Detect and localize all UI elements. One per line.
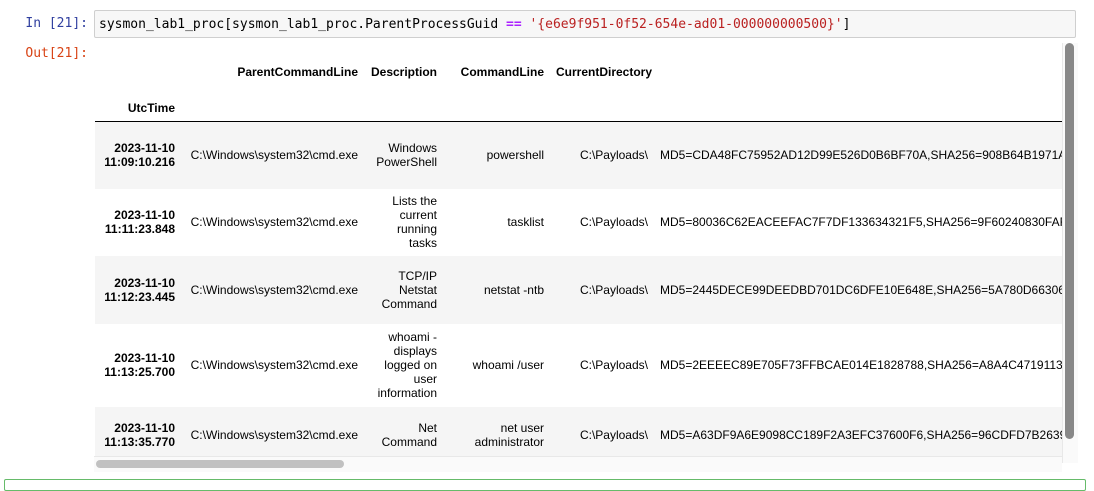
code-bracket: ] [842, 17, 851, 32]
command-line-cell: netstat -ntb [483, 282, 544, 297]
description-cell: whoami - displays logged on user informa… [377, 330, 437, 400]
command-line-cell: tasklist [507, 215, 544, 229]
index-date: 2023-11-10 [114, 275, 175, 290]
parent-command-line-cell: C:\Windows\system32\cmd.exe [190, 282, 358, 297]
output-prompt: Out[21]: [25, 46, 88, 61]
parent-command-line-cell: C:\Windows\system32\cmd.exe [190, 358, 358, 372]
output-area: ParentCommandLine Description CommandLin… [95, 43, 1062, 456]
index-date: 2023-11-10 [114, 208, 175, 222]
description-cell: Lists the current running tasks [392, 194, 437, 250]
row-index: 2023-11-10 11:13:25.700 [95, 324, 181, 407]
table-row: 2023-11-10 11:11:23.848 C:\Windows\system… [95, 189, 1062, 256]
index-date: 2023-11-10 [114, 141, 175, 156]
index-date: 2023-11-10 [114, 420, 175, 435]
hashes-cell: MD5=A63DF9A6E9098CC189F2A3EFC37600F6,SHA… [660, 427, 1062, 442]
description-cell: TCP/IP Netstat Command [381, 268, 437, 311]
column-header: CommandLine [460, 65, 544, 79]
command-line-cell: net user administrator [474, 420, 544, 449]
table-row: 2023-11-10 11:13:25.700 C:\Windows\system… [95, 324, 1062, 407]
code-string: '{e6e9f951-0f52-654e-ad01-000000000500}' [529, 17, 843, 32]
hashes-cell: MD5=CDA48FC75952AD12D99E526D0B6BF70A,SHA… [660, 148, 1062, 163]
hashes-cell: MD5=2EEEEC89E705F73FFBCAE014E1828788,SHA… [660, 358, 1062, 372]
current-directory-cell: C:\Payloads\ [579, 215, 648, 229]
table-row: 2023-11-10 11:12:23.445 C:\Windows\system… [95, 255, 1062, 324]
row-index: 2023-11-10 11:13:35.770 [95, 407, 181, 457]
row-index: 2023-11-10 11:09:10.216 [95, 122, 181, 189]
parent-command-line-cell: C:\Windows\system32\cmd.exe [190, 148, 358, 163]
code-operator: == [506, 17, 522, 32]
index-date: 2023-11-10 [114, 351, 175, 365]
description-cell: Net Command [381, 420, 437, 449]
parent-command-line-cell: C:\Windows\system32\cmd.exe [190, 215, 358, 229]
index-time: 11:13:25.700 [104, 365, 175, 379]
dataframe-table: ParentCommandLine Description CommandLin… [95, 43, 1062, 456]
row-index: 2023-11-10 11:12:23.445 [95, 256, 181, 324]
column-header: Description [370, 65, 437, 79]
index-name: UtcTime [127, 101, 175, 115]
input-prompt: In [21]: [25, 16, 88, 31]
command-line-cell: powershell [486, 148, 544, 163]
index-time: 11:13:35.770 [104, 434, 175, 449]
index-time: 11:09:10.216 [104, 155, 175, 170]
column-header [654, 43, 1062, 101]
hashes-cell: MD5=2445DECE99DEEDBD701DC6DFE10E648E,SHA… [660, 282, 1062, 297]
table-row: 2023-11-10 11:09:10.216 C:\Windows\system… [95, 121, 1062, 189]
hashes-cell: MD5=80036C62EACEEFAC7F7DF133634321F5,SHA… [660, 215, 1062, 229]
code-cell-input[interactable]: sysmon_lab1_proc[sysmon_lab1_proc.Parent… [94, 10, 1076, 38]
column-header: ParentCommandLine [237, 65, 358, 79]
current-directory-cell: C:\Payloads\ [579, 358, 648, 372]
row-index: 2023-11-10 11:11:23.848 [95, 189, 181, 256]
vertical-scrollbar[interactable] [1065, 43, 1074, 439]
description-cell: Windows PowerShell [376, 141, 437, 170]
parent-command-line-cell: C:\Windows\system32\cmd.exe [190, 427, 358, 442]
current-directory-cell: C:\Payloads\ [579, 427, 648, 442]
next-cell[interactable] [4, 479, 1086, 491]
table-row: 2023-11-10 11:13:35.770 C:\Windows\system… [95, 406, 1062, 457]
command-line-cell: whoami /user [472, 358, 544, 372]
current-directory-cell: C:\Payloads\ [579, 282, 648, 297]
index-header-blank [95, 43, 181, 101]
current-directory-cell: C:\Payloads\ [579, 148, 648, 163]
horizontal-scrollbar[interactable] [96, 460, 344, 468]
index-time: 11:12:23.445 [104, 289, 175, 304]
index-time: 11:11:23.848 [104, 222, 175, 236]
code-text: sysmon_lab1_proc[sysmon_lab1_proc.Parent… [99, 17, 506, 32]
column-header: CurrentDirectory [556, 65, 653, 79]
